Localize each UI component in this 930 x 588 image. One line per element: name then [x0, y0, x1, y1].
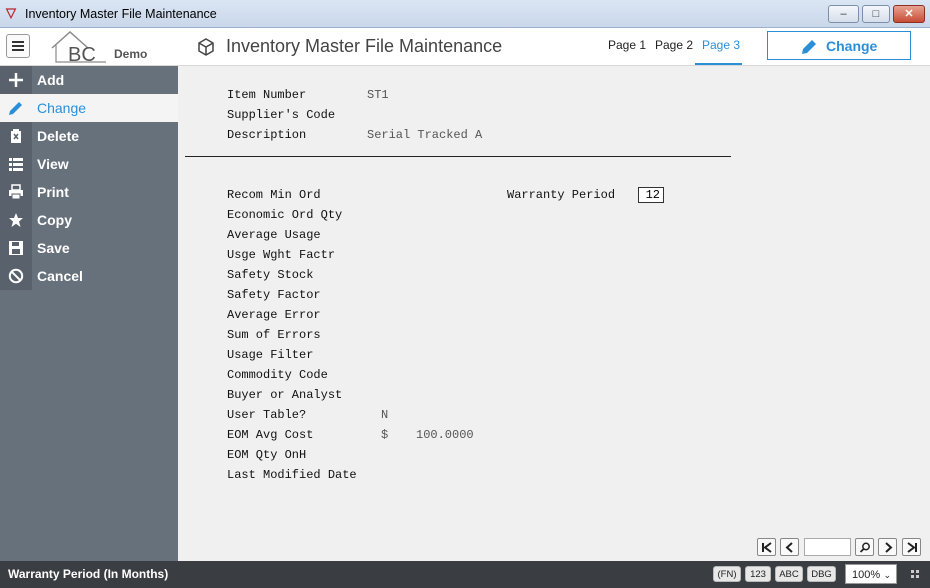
maximize-button[interactable]: □	[862, 5, 890, 23]
house-logo-icon: BC	[51, 30, 106, 66]
zoom-select[interactable]: 100% ⌄	[845, 564, 897, 584]
sidebar-item-view[interactable]: View	[0, 150, 178, 178]
close-button[interactable]: ✕	[893, 5, 925, 23]
star-icon	[0, 206, 32, 234]
change-mode-button[interactable]: Change	[767, 31, 911, 60]
minimize-button[interactable]: ‒	[828, 5, 859, 23]
sidebar-item-label: Save	[37, 240, 70, 256]
warranty-period-input[interactable]: 12	[638, 187, 664, 203]
field-label-warranty-period: Warranty Period	[507, 188, 616, 202]
trash-icon	[0, 122, 32, 150]
search-record-button[interactable]	[855, 538, 874, 556]
field-value-user-table[interactable]: N	[381, 408, 388, 422]
field-label-user-table: User Table?	[227, 408, 307, 422]
field-label-eom-avg-cost: EOM Avg Cost	[227, 428, 314, 442]
previous-record-icon	[785, 542, 793, 553]
field-value-description[interactable]: Serial Tracked A	[367, 128, 482, 142]
app-icon: ▽	[6, 5, 16, 20]
sidebar-item-add[interactable]: Add	[0, 66, 178, 94]
change-mode-label: Change	[826, 38, 878, 54]
sidebar-item-label: Cancel	[37, 268, 83, 284]
hamburger-menu-button[interactable]	[6, 34, 30, 58]
sidebar-item-delete[interactable]: Delete	[0, 122, 178, 150]
field-label-description: Description	[227, 128, 307, 142]
status-bar: Warranty Period (In Months) (FN) 123 ABC…	[0, 561, 930, 588]
tab-page-3[interactable]: Page 3	[702, 38, 740, 52]
previous-record-button[interactable]	[780, 538, 799, 556]
action-sidebar: Add Change Delete View Print Copy Save C…	[0, 66, 178, 561]
next-record-icon	[885, 542, 893, 553]
sidebar-item-label: Print	[37, 184, 69, 200]
field-label-buyer-or-analyst: Buyer or Analyst	[227, 388, 343, 402]
next-record-button[interactable]	[878, 538, 897, 556]
window-titlebar: ▽ Inventory Master File Maintenance ‒ □ …	[0, 0, 930, 28]
currency-symbol: $	[381, 428, 389, 442]
tab-page-2[interactable]: Page 2	[655, 38, 693, 52]
field-label-usge-wght-factr: Usge Wght Factr	[227, 248, 336, 262]
field-label-safety-stock: Safety Stock	[227, 268, 314, 282]
field-label-average-usage: Average Usage	[227, 228, 321, 242]
search-icon	[859, 542, 870, 553]
logo-subtitle: Demo	[114, 47, 148, 61]
record-number-input[interactable]	[804, 538, 851, 556]
field-label-economic-ord-qty: Economic Ord Qty	[227, 208, 343, 222]
first-record-button[interactable]	[757, 538, 776, 556]
field-label-sum-of-errors: Sum of Errors	[227, 328, 321, 342]
field-label-commodity-code: Commodity Code	[227, 368, 328, 382]
list-icon	[0, 150, 32, 178]
sidebar-item-change[interactable]: Change	[0, 94, 178, 122]
numeric-mode-indicator[interactable]: 123	[745, 566, 771, 582]
alpha-mode-indicator[interactable]: ABC	[775, 566, 803, 582]
page-title: Inventory Master File Maintenance	[226, 36, 503, 56]
field-label-recom-min-ord: Recom Min Ord	[227, 188, 321, 202]
field-label-suppliers-code: Supplier's Code	[227, 108, 336, 122]
plus-icon	[0, 66, 32, 94]
last-record-icon	[907, 542, 917, 553]
sidebar-item-label: Add	[37, 72, 65, 88]
cancel-icon	[0, 262, 32, 290]
section-divider	[185, 156, 731, 157]
printer-icon	[0, 178, 32, 206]
field-label-safety-factor: Safety Factor	[227, 288, 321, 302]
fn-key-indicator[interactable]: (FN)	[713, 566, 741, 582]
tab-page-1[interactable]: Page 1	[608, 38, 646, 52]
sidebar-item-copy[interactable]: Copy	[0, 206, 178, 234]
logo-text: BC	[68, 44, 96, 66]
sidebar-item-label: View	[37, 156, 69, 172]
active-tab-indicator	[695, 63, 742, 65]
sidebar-item-label: Copy	[37, 212, 72, 228]
field-label-usage-filter: Usage Filter	[227, 348, 314, 362]
resize-grip-icon[interactable]	[911, 570, 919, 578]
sidebar-item-save[interactable]: Save	[0, 234, 178, 262]
floppy-icon	[0, 234, 32, 262]
last-record-button[interactable]	[902, 538, 921, 556]
chevron-down-icon: ⌄	[883, 570, 891, 580]
field-value-item-number[interactable]: ST1	[367, 88, 389, 102]
sidebar-item-print[interactable]: Print	[0, 178, 178, 206]
debug-indicator[interactable]: DBG	[807, 566, 836, 582]
cube-icon	[198, 38, 214, 56]
window-title: Inventory Master File Maintenance	[25, 7, 217, 21]
sidebar-item-cancel[interactable]: Cancel	[0, 262, 178, 290]
app-header: BC Demo Inventory Master File Maintenanc…	[0, 28, 930, 66]
pencil-icon	[802, 40, 816, 54]
field-label-eom-qty-onh: EOM Qty OnH	[227, 448, 307, 462]
sidebar-item-label: Change	[37, 100, 87, 116]
field-label-item-number: Item Number	[227, 88, 307, 102]
first-record-icon	[762, 542, 772, 553]
company-logo: BC Demo	[48, 28, 158, 66]
zoom-level: 100%	[852, 569, 881, 581]
status-message: Warranty Period (In Months)	[8, 567, 169, 581]
field-value-eom-avg-cost[interactable]: 100.0000	[416, 428, 474, 442]
sidebar-item-label: Delete	[37, 128, 80, 144]
field-label-average-error: Average Error	[227, 308, 321, 322]
field-label-last-modified-date: Last Modified Date	[227, 468, 357, 482]
pencil-icon	[0, 94, 32, 122]
